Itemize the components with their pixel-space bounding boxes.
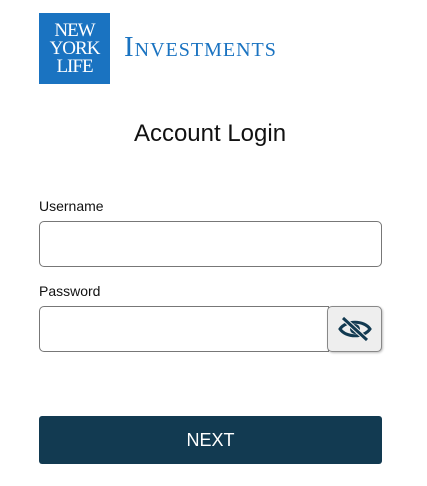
page-title: Account Login xyxy=(133,120,287,147)
password-input[interactable] xyxy=(39,306,329,352)
username-input[interactable] xyxy=(39,221,382,267)
password-label: Password xyxy=(39,283,101,299)
next-button[interactable]: NEXT xyxy=(39,416,382,464)
logo-line-3: LIFE xyxy=(56,55,93,77)
logo-line-2: YORK xyxy=(49,37,101,59)
eye-slash-icon xyxy=(337,316,372,342)
logo-line-1: NEW xyxy=(54,19,95,41)
brand-name: Investments xyxy=(124,31,277,63)
toggle-password-visibility-button[interactable] xyxy=(327,306,382,352)
username-label: Username xyxy=(39,198,104,214)
new-york-life-logo: NEW YORK LIFE xyxy=(39,13,110,84)
